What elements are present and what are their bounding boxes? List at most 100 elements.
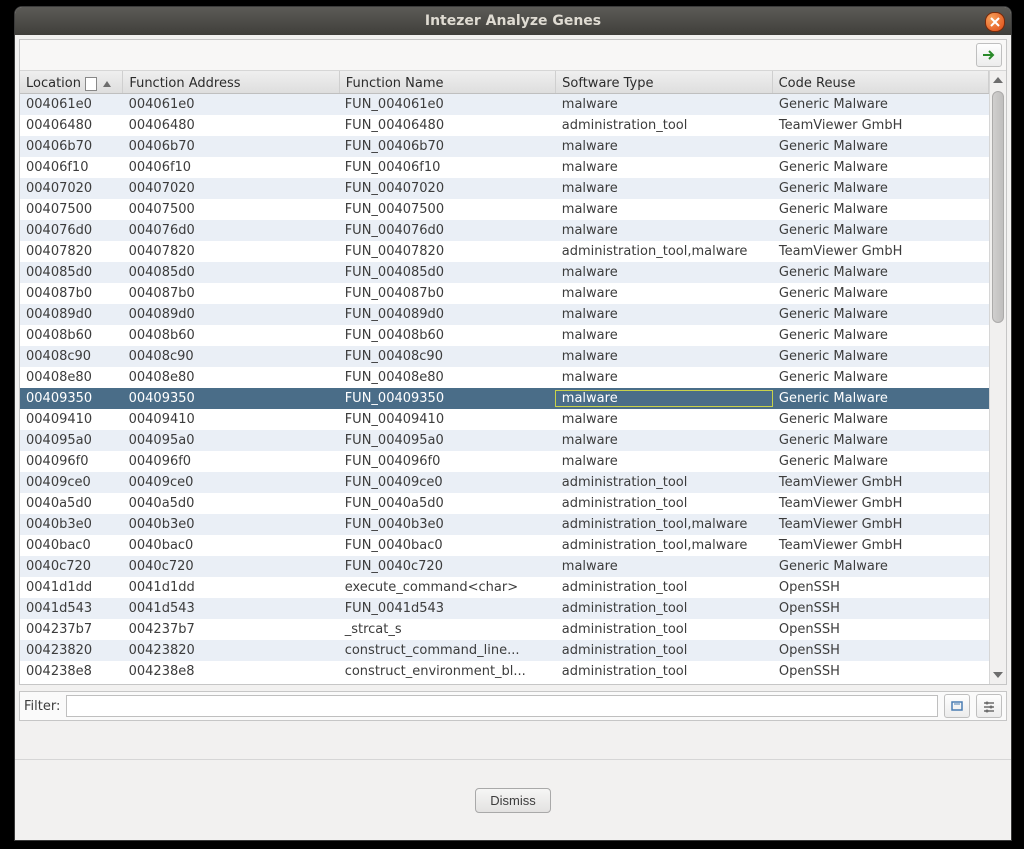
table-cell: 0041d1dd [123,580,339,595]
table-row[interactable]: 0042382000423820construct_command_line..… [20,640,989,661]
toolbar [20,40,1006,71]
table-cell: 004096f0 [123,454,339,469]
table-cell: 004095a0 [20,433,123,448]
table-cell: FUN_0041d543 [339,601,555,616]
table-cell: FUN_0040b3e0 [339,517,555,532]
table-cell: malware [555,432,773,449]
table-row[interactable]: 004089d0004089d0FUN_004089d0malwareGener… [20,304,989,325]
filter-input[interactable] [66,695,938,717]
table-row[interactable]: 0040a5d00040a5d0FUN_0040a5d0administrati… [20,493,989,514]
table-cell: TeamViewer GmbH [773,244,989,259]
clear-filter-button[interactable] [944,694,970,718]
table-row[interactable]: 0040941000409410FUN_00409410malwareGener… [20,409,989,430]
table-cell: malware [555,348,773,365]
vertical-scrollbar[interactable] [989,71,1006,684]
column-label: Function Address [129,76,240,91]
client-area: Location Function Address Function Name … [15,35,1011,840]
table-row[interactable]: 00409ce000409ce0FUN_00409ce0administrati… [20,472,989,493]
content-panel: Location Function Address Function Name … [19,39,1007,685]
table-cell: 00408c90 [123,349,339,364]
column-header-function-address[interactable]: Function Address [123,71,339,93]
dismiss-button[interactable]: Dismiss [475,788,551,813]
export-button[interactable] [976,43,1002,67]
sliders-icon [982,699,996,713]
table-cell: 00406f10 [20,160,123,175]
table-row[interactable]: 004076d0004076d0FUN_004076d0malwareGener… [20,220,989,241]
table-cell: FUN_004076d0 [339,223,555,238]
footer: Dismiss [15,759,1011,840]
titlebar: Intezer Analyze Genes [15,7,1011,35]
table-cell: FUN_00408b60 [339,328,555,343]
table-cell: malware [555,390,773,407]
table-cell: 00407020 [123,181,339,196]
table-cell: Generic Malware [773,454,989,469]
column-header-location[interactable]: Location [20,71,123,93]
table-cell: administration_tool [555,579,773,596]
table-row[interactable]: 0041d5430041d543FUN_0041d543administrati… [20,598,989,619]
table-cell: FUN_0040a5d0 [339,496,555,511]
table-row[interactable]: 004096f0004096f0FUN_004096f0malwareGener… [20,451,989,472]
table-cell: 0040bac0 [20,538,123,553]
table-cell: Generic Malware [773,286,989,301]
table-cell: 004238e8 [20,664,123,679]
table-cell: 00406480 [123,118,339,133]
scroll-track[interactable] [990,91,1006,664]
table-cell: 00408b60 [123,328,339,343]
table-cell: 004076d0 [20,223,123,238]
filter-label: Filter: [24,699,60,714]
table-cell: 00409410 [20,412,123,427]
table-row[interactable]: 00406b7000406b70FUN_00406b70malwareGener… [20,136,989,157]
table-row[interactable]: 0040bac00040bac0FUN_0040bac0administrati… [20,535,989,556]
table-header: Location Function Address Function Name … [20,71,989,94]
table-cell: FUN_004095a0 [339,433,555,448]
table-cell: 004096f0 [20,454,123,469]
table-row[interactable]: 0040702000407020FUN_00407020malwareGener… [20,178,989,199]
close-button[interactable] [985,12,1005,32]
table-cell: Generic Malware [773,97,989,112]
close-icon [989,16,1001,28]
table-cell: FUN_00407820 [339,244,555,259]
table-row[interactable]: 004061e0004061e0FUN_004061e0malwareGener… [20,94,989,115]
table-cell: _strcat_s [339,622,555,637]
table-cell: administration_tool [555,600,773,617]
table-cell: FUN_0040bac0 [339,538,555,553]
scroll-up-button[interactable] [990,71,1006,89]
table-cell: malware [555,138,773,155]
table-row[interactable]: 004087b0004087b0FUN_004087b0malwareGener… [20,283,989,304]
column-header-software-type[interactable]: Software Type [556,71,772,93]
column-header-code-reuse[interactable]: Code Reuse [773,71,989,93]
table-row[interactable]: 0040750000407500FUN_00407500malwareGener… [20,199,989,220]
table-cell: malware [555,558,773,575]
scroll-down-button[interactable] [990,666,1006,684]
table-row[interactable]: 00408b6000408b60FUN_00408b60malwareGener… [20,325,989,346]
table-row[interactable]: 00408c9000408c90FUN_00408c90malwareGener… [20,346,989,367]
column-header-function-name[interactable]: Function Name [340,71,556,93]
table-cell: malware [555,285,773,302]
table-row[interactable]: 00408e8000408e80FUN_00408e80malwareGener… [20,367,989,388]
table-row[interactable]: 0040782000407820FUN_00407820administrati… [20,241,989,262]
table-cell: TeamViewer GmbH [773,517,989,532]
table-cell: 0040bac0 [123,538,339,553]
table-cell: FUN_00409410 [339,412,555,427]
table-row[interactable]: 0040b3e00040b3e0FUN_0040b3e0administrati… [20,514,989,535]
table-cell: 0040a5d0 [20,496,123,511]
filter-options-button[interactable] [976,694,1002,718]
table-row[interactable]: 00406f1000406f10FUN_00406f10malwareGener… [20,157,989,178]
table-cell: malware [555,327,773,344]
table-row[interactable]: 004238e8004238e8construct_environment_bl… [20,661,989,682]
table-row[interactable]: 0040c7200040c720FUN_0040c720malwareGener… [20,556,989,577]
column-label: Function Name [346,76,444,91]
table-row[interactable]: 0040648000406480FUN_00406480administrati… [20,115,989,136]
table-row[interactable]: 0041d1dd0041d1ddexecute_command<char>adm… [20,577,989,598]
table-cell: Generic Malware [773,202,989,217]
table-cell: administration_tool [555,474,773,491]
table-cell: FUN_00407020 [339,181,555,196]
table-row[interactable]: 004095a0004095a0FUN_004095a0malwareGener… [20,430,989,451]
table-row[interactable]: 004085d0004085d0FUN_004085d0malwareGener… [20,262,989,283]
scroll-thumb[interactable] [992,91,1004,323]
table-cell: 004085d0 [20,265,123,280]
table-row[interactable]: 004237b7004237b7_strcat_sadministration_… [20,619,989,640]
table-cell: malware [555,201,773,218]
table-row[interactable]: 0040935000409350FUN_00409350malwareGener… [20,388,989,409]
table-cell: administration_tool [555,495,773,512]
